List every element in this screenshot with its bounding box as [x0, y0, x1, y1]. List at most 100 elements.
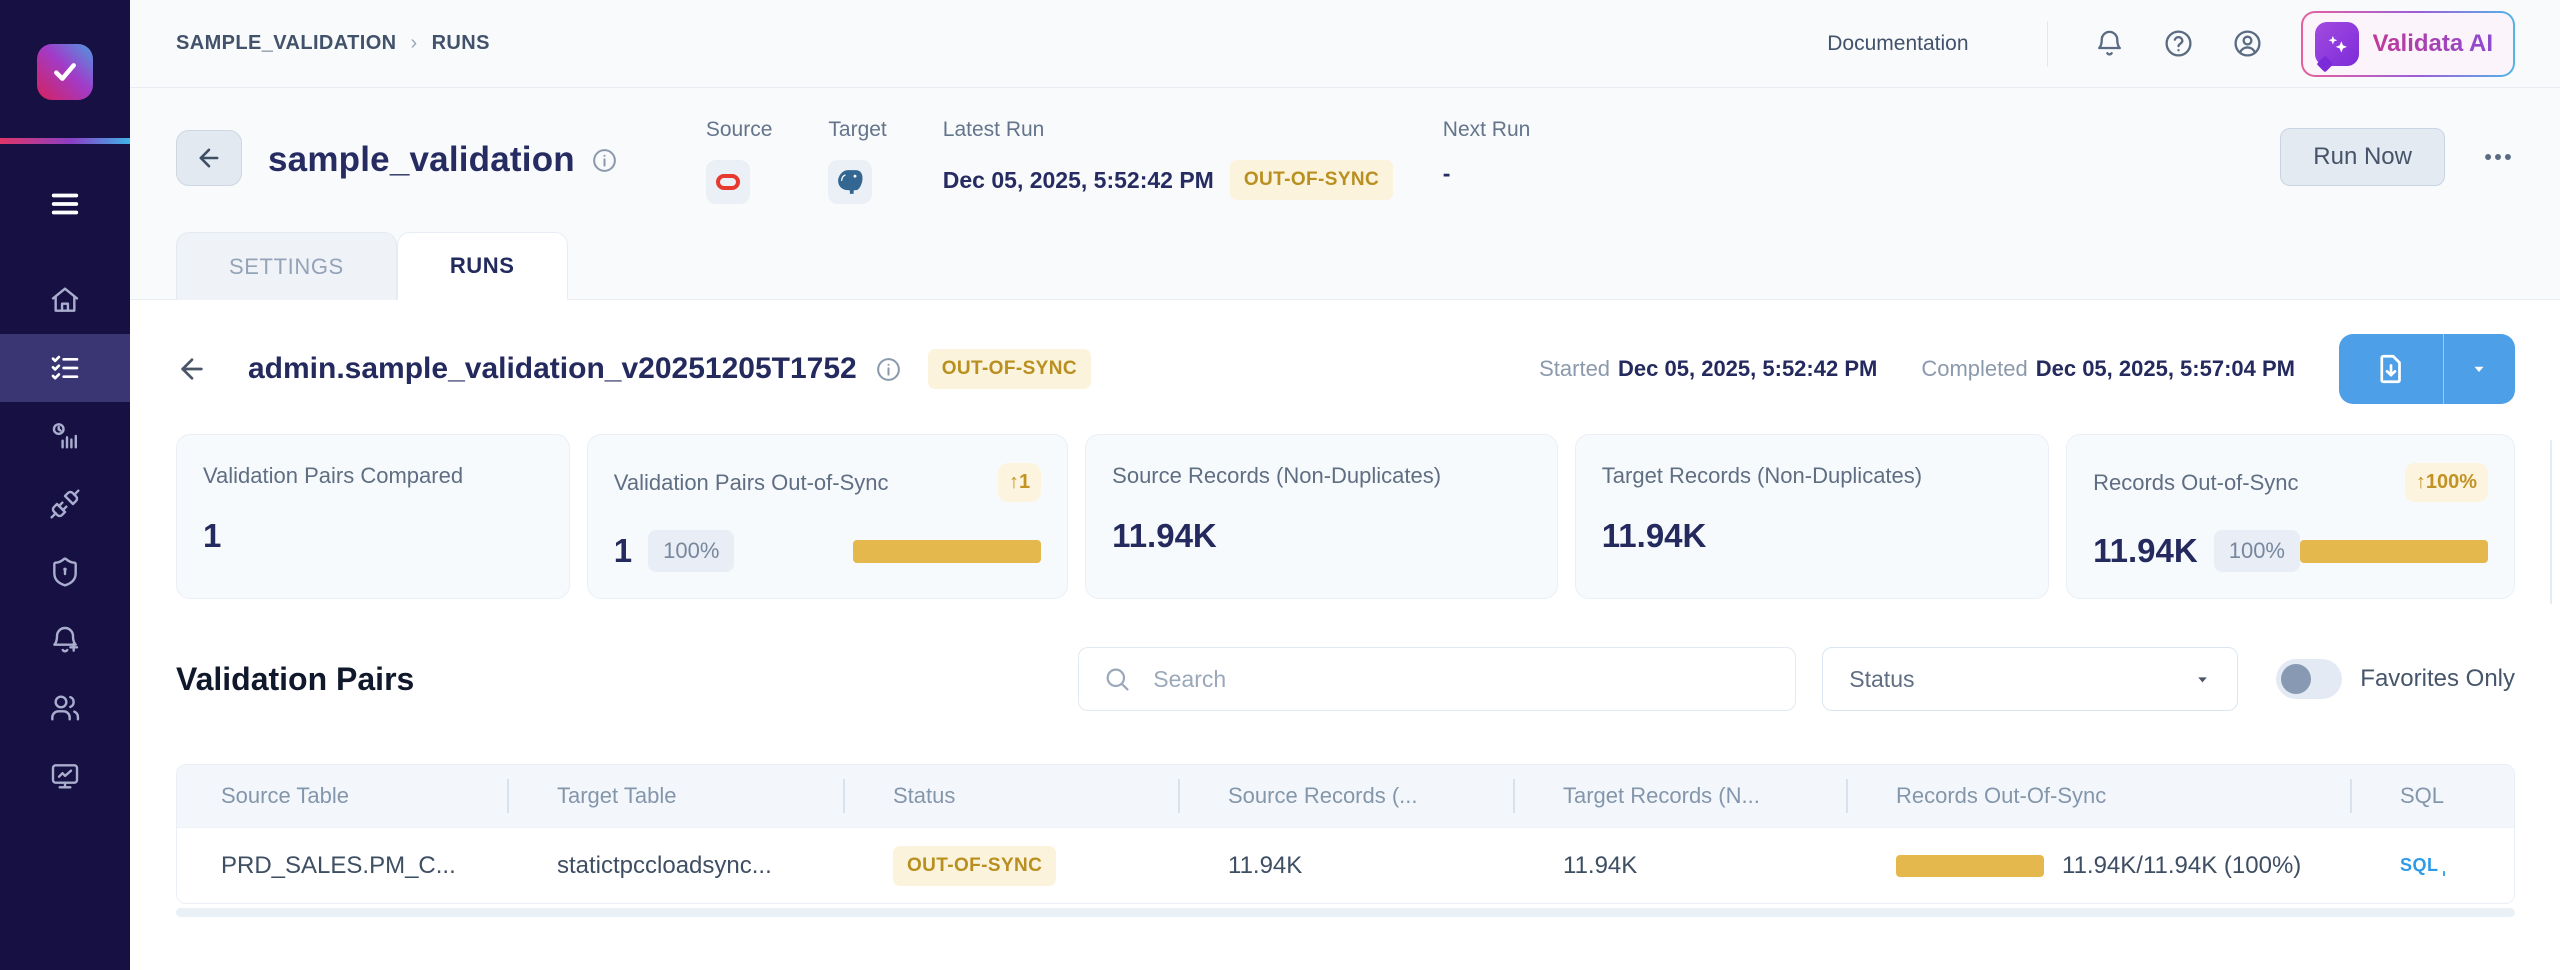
help-button[interactable] — [2163, 28, 2194, 59]
target-label: Target — [828, 118, 886, 142]
download-options-button[interactable] — [2444, 334, 2515, 404]
sidebar-item-reports[interactable] — [0, 402, 130, 470]
documentation-link[interactable]: Documentation — [1827, 32, 1968, 56]
card-label: Records Out-of-Sync — [2093, 470, 2298, 496]
bell-plus-icon — [49, 624, 81, 656]
target-db-chip — [828, 160, 872, 204]
breadcrumb: SAMPLE_VALIDATION › RUNS — [176, 32, 490, 55]
delta-badge: ↑1 — [998, 463, 1041, 502]
sidebar — [0, 0, 130, 970]
delta-badge: ↑100% — [2405, 463, 2488, 502]
sidebar-item-alerts[interactable] — [0, 606, 130, 674]
validation-pairs-table: Source Table Target Table Status Source … — [176, 764, 2515, 904]
latest-run-status-badge: OUT-OF-SYNC — [1230, 160, 1393, 200]
shield-lock-icon — [49, 556, 81, 588]
sidebar-item-validations[interactable] — [0, 334, 130, 402]
topbar-divider — [2047, 21, 2048, 67]
col-header-source-records: Source Records (... — [1178, 765, 1513, 827]
card-label: Source Records (Non-Duplicates) — [1112, 463, 1441, 489]
top-bar: SAMPLE_VALIDATION › RUNS Documentation — [130, 0, 2560, 88]
ai-chat-icon — [2315, 22, 2359, 66]
card-label: Target Records (Non-Duplicates) — [1602, 463, 1922, 489]
out-of-sync-bar — [2300, 540, 2488, 563]
toggle-knob — [2281, 664, 2311, 694]
brand-logo[interactable] — [37, 44, 93, 100]
sidebar-item-monitoring[interactable] — [0, 742, 130, 810]
account-button[interactable] — [2232, 28, 2263, 59]
arrow-left-icon — [195, 144, 223, 172]
run-completed: CompletedDec 05, 2025, 5:57:04 PM — [1921, 356, 2295, 382]
title-info-icon[interactable] — [591, 147, 618, 174]
search-icon — [1103, 665, 1131, 693]
tab-runs[interactable]: RUNS — [397, 232, 568, 300]
run-now-button[interactable]: Run Now — [2280, 128, 2445, 186]
col-header-records-out-of-sync: Records Out-Of-Sync — [1846, 765, 2350, 827]
col-header-status: Status — [843, 765, 1178, 827]
cell-target-table: statictpccloadsync... — [507, 852, 843, 880]
checklist-icon — [49, 352, 81, 384]
user-circle-icon — [2232, 28, 2263, 59]
page-back-button[interactable] — [176, 130, 242, 186]
cell-records-out-of-sync: 11.94K/11.94K (100%) — [1846, 852, 2350, 880]
run-info-icon[interactable] — [875, 356, 902, 383]
bell-icon — [2094, 28, 2125, 59]
table-row[interactable]: PRD_SALES.PM_C... statictpccloadsync... … — [177, 827, 2514, 903]
next-run-label: Next Run — [1443, 118, 1531, 142]
breadcrumb-project[interactable]: SAMPLE_VALIDATION — [176, 32, 397, 55]
latest-run-value: Dec 05, 2025, 5:52:42 PM — [943, 167, 1214, 194]
sidebar-menu-toggle[interactable] — [0, 170, 130, 238]
sidebar-item-users[interactable] — [0, 674, 130, 742]
home-icon — [49, 284, 81, 316]
source-db-chip — [706, 160, 750, 204]
page-title: sample_validation — [268, 140, 575, 180]
out-of-sync-bar — [853, 540, 1041, 563]
row-out-of-sync-value: 11.94K/11.94K (100%) — [2062, 852, 2301, 880]
download-report-button[interactable] — [2339, 334, 2444, 404]
search-input[interactable] — [1153, 666, 1771, 693]
run-title: admin.sample_validation_v20251205T1752 — [248, 352, 857, 386]
card-value: 1 — [614, 532, 632, 570]
next-run-column: Next Run - — [1443, 118, 1531, 204]
col-header-target-table: Target Table — [507, 765, 843, 827]
validata-ai-button[interactable]: Validata AI — [2301, 11, 2516, 77]
ellipsis-icon — [2481, 140, 2515, 174]
tab-bar: SETTINGS RUNS — [176, 232, 568, 300]
row-status-badge: OUT-OF-SYNC — [893, 846, 1056, 886]
favorites-label: Favorites Only — [2360, 665, 2515, 693]
card-value: 11.94K — [1112, 517, 1217, 555]
topbar-actions: Documentation Validata AI — [1827, 11, 2515, 77]
sidebar-item-home[interactable] — [0, 266, 130, 334]
sql-download-button[interactable]: SQL — [2400, 855, 2439, 876]
more-options-button[interactable] — [2481, 140, 2515, 174]
sidebar-item-connections[interactable] — [0, 470, 130, 538]
card-value: 1 — [203, 517, 221, 555]
col-header-sql: SQL — [2350, 765, 2514, 827]
horizontal-scrollbar[interactable] — [176, 908, 2515, 917]
notifications-button[interactable] — [2094, 28, 2125, 59]
sql-icon-label: SQL — [2400, 855, 2439, 875]
cell-source-table: PRD_SALES.PM_C... — [177, 852, 507, 880]
cell-source-records: 11.94K — [1178, 852, 1513, 880]
percent-badge: 100% — [648, 530, 734, 572]
col-header-source-table: Source Table — [177, 765, 507, 827]
oracle-icon — [713, 167, 743, 197]
sidebar-item-security[interactable] — [0, 538, 130, 606]
favorites-toggle[interactable] — [2276, 659, 2342, 699]
next-run-value: - — [1443, 160, 1451, 187]
card-pairs-compared: Validation Pairs Compared 1 — [176, 434, 570, 599]
status-filter[interactable]: Status — [1822, 647, 2238, 711]
run-back-button[interactable] — [176, 353, 208, 385]
postgresql-icon — [835, 167, 865, 197]
hamburger-icon — [48, 187, 82, 221]
page-header: sample_validation Source Target — [130, 88, 2560, 300]
ai-button-label: Validata AI — [2373, 30, 2494, 58]
tab-settings[interactable]: SETTINGS — [176, 232, 397, 300]
file-download-icon — [2374, 352, 2408, 386]
header-meta: Source Target Latest Run — [706, 118, 1586, 204]
run-status-badge: OUT-OF-SYNC — [928, 349, 1091, 389]
chart-clock-icon — [49, 420, 81, 452]
card-label: Validation Pairs Out-of-Sync — [614, 470, 889, 496]
unplug-icon — [49, 488, 81, 520]
breadcrumb-runs[interactable]: RUNS — [432, 32, 490, 55]
users-icon — [49, 692, 81, 724]
